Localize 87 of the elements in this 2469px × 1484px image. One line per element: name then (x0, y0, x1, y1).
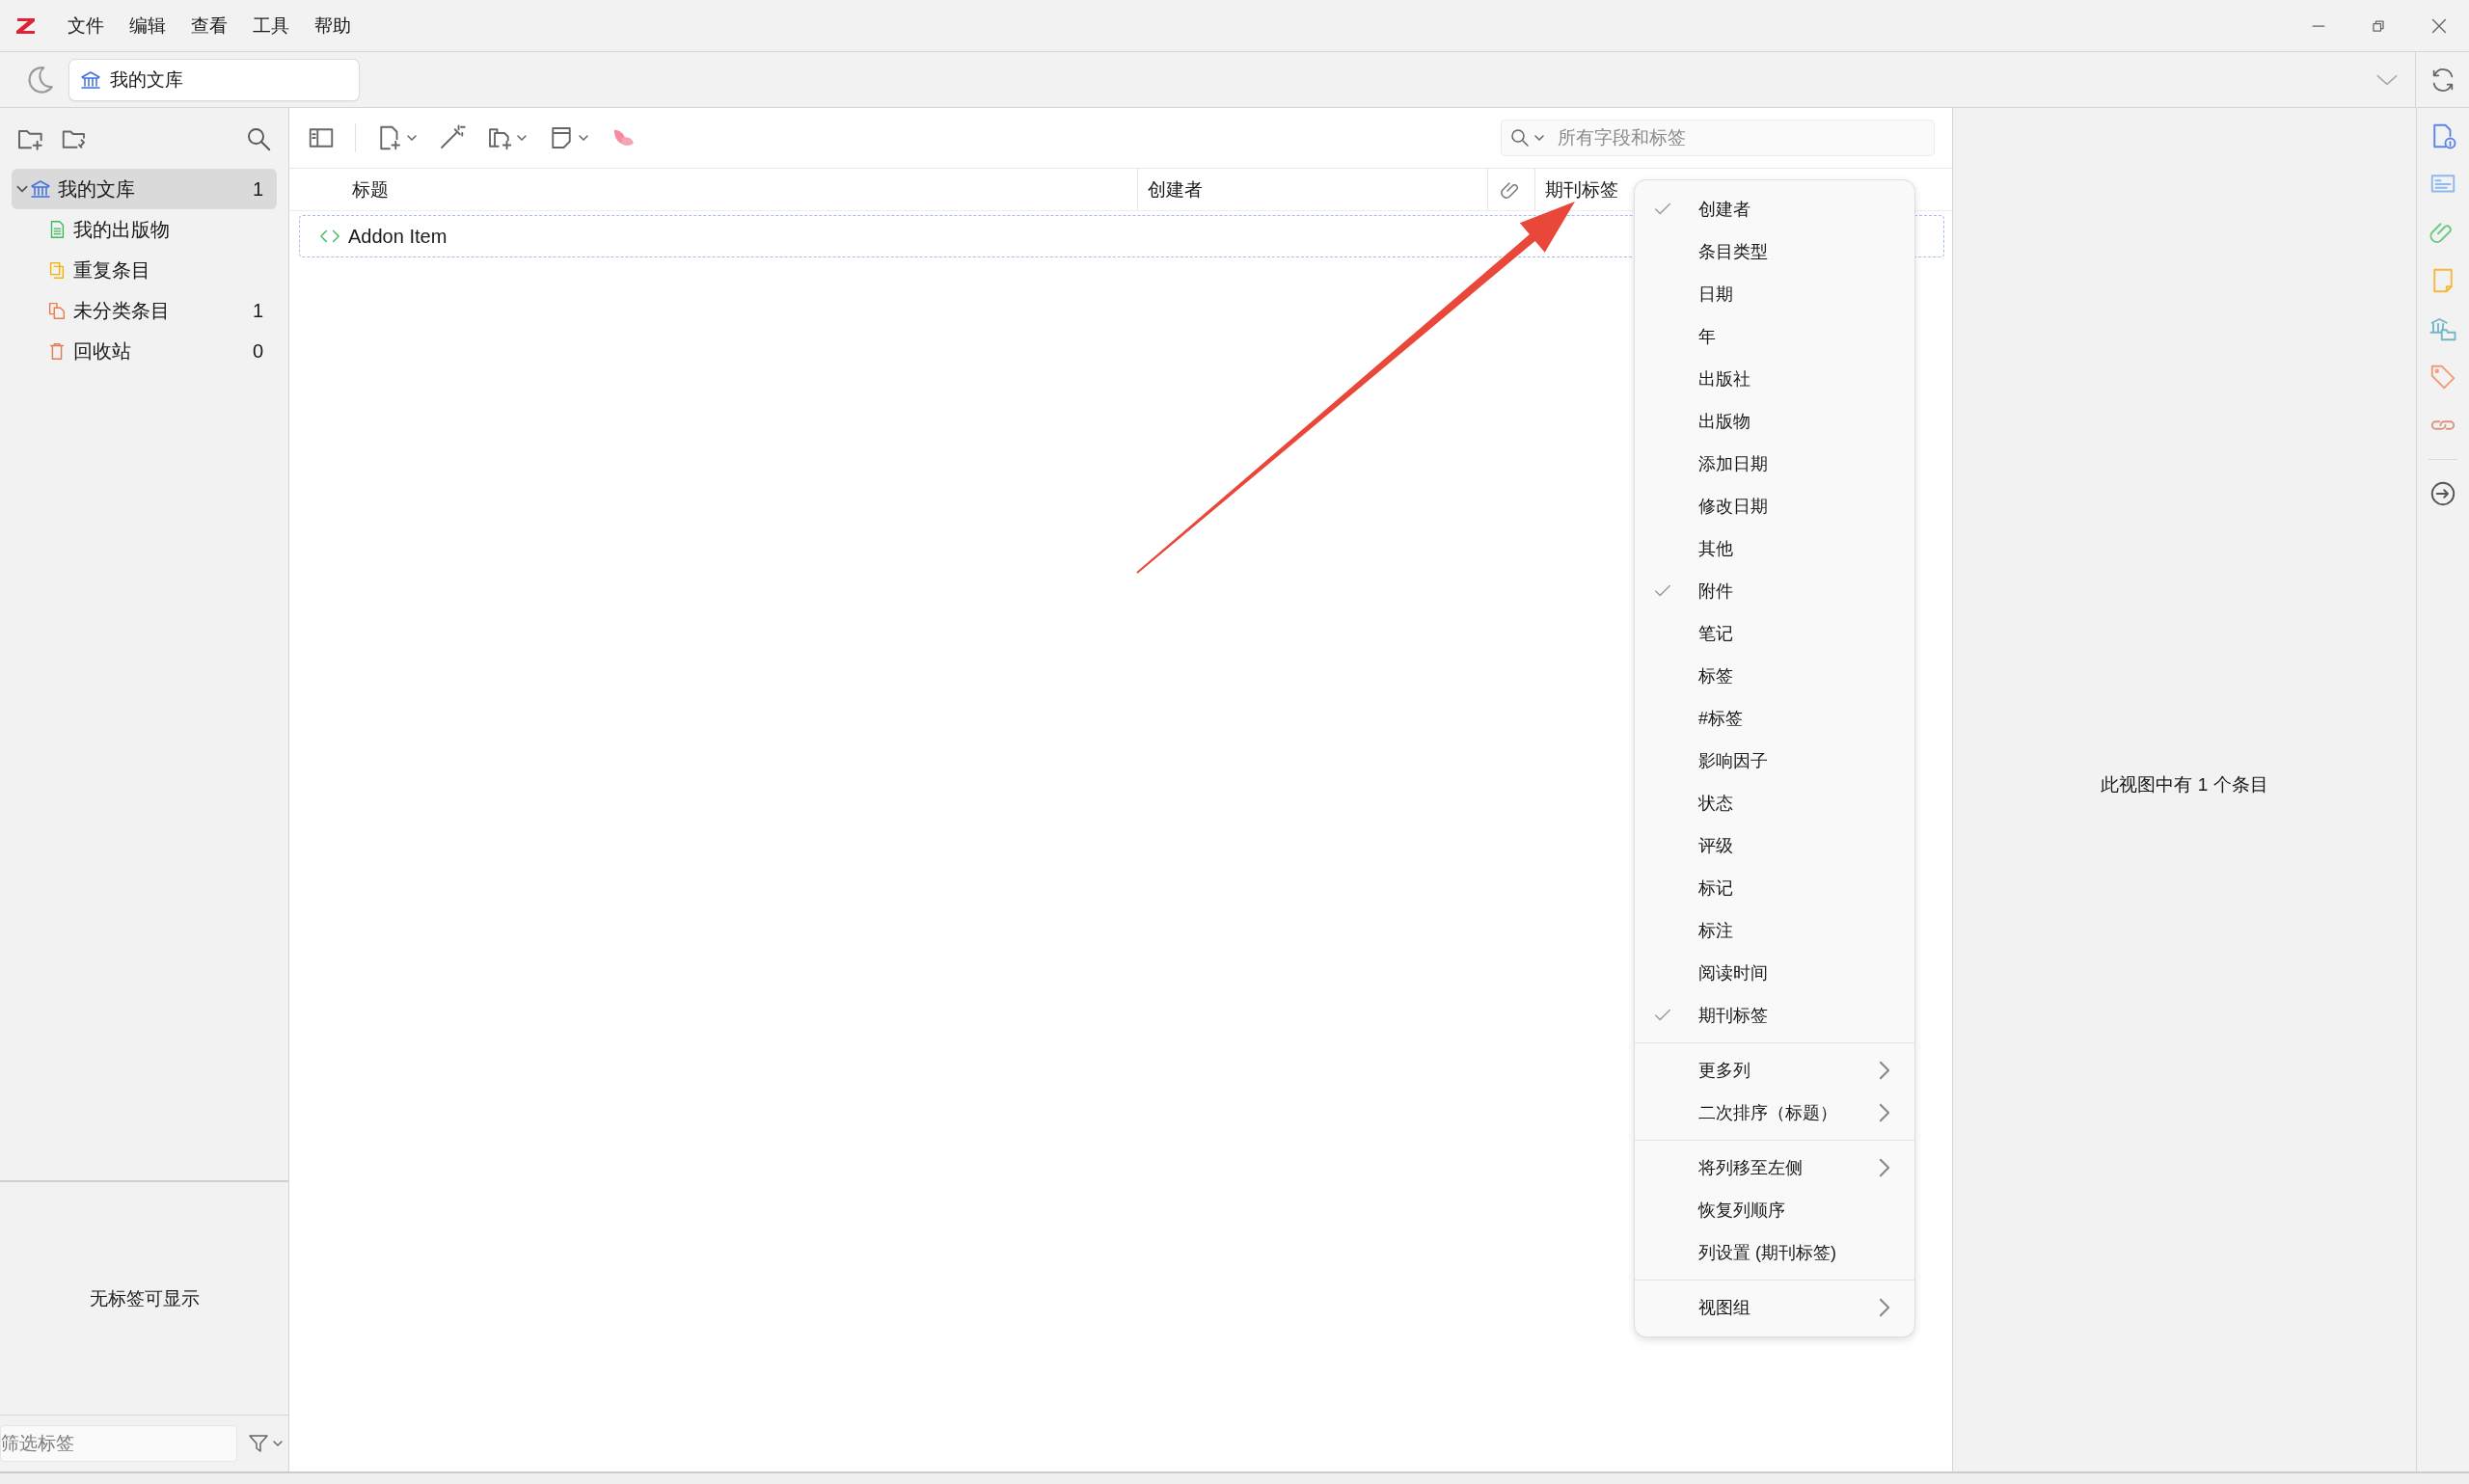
menu-item[interactable]: 标注 (1635, 909, 1914, 952)
item-count: 1 (252, 177, 263, 201)
menu-item[interactable]: 期刊标签 (1635, 994, 1914, 1037)
menu-item-label: 附件 (1698, 580, 1733, 603)
menu-item-label: 标记 (1698, 877, 1733, 900)
menu-item[interactable]: 标记 (1635, 867, 1914, 909)
menu-item[interactable]: 视图组 (1635, 1286, 1914, 1329)
app-logo (15, 15, 37, 36)
caret-icon (516, 132, 528, 144)
menu-item-label: 影响因子 (1698, 750, 1768, 772)
menu-bar-item[interactable]: 查看 (181, 9, 243, 42)
menu-bar-item[interactable]: 编辑 (120, 9, 181, 42)
filter-button[interactable] (247, 1432, 284, 1455)
caret-icon (406, 132, 418, 144)
collection-label: 我的文库 (58, 176, 135, 202)
menu-bar-item[interactable]: 文件 (58, 9, 120, 42)
menu-item-label: 恢复列顺序 (1698, 1200, 1785, 1222)
caret-icon (272, 1438, 284, 1449)
menu-item[interactable]: 将列移至左侧 (1635, 1147, 1914, 1189)
arrow-circle-icon[interactable] (2428, 479, 2457, 508)
menu-item[interactable]: 影响因子 (1635, 740, 1914, 782)
menu-item[interactable]: 附件 (1635, 570, 1914, 612)
menu-item-label: #标签 (1698, 708, 1743, 730)
menu-item-label: 标签 (1698, 665, 1733, 688)
menu-bar-item[interactable]: 工具 (243, 9, 305, 42)
item-count-message: 此视图中有 1 个条目 (2101, 773, 2268, 796)
menu-item-label: 修改日期 (1698, 496, 1768, 518)
collection-label: 未分类条目 (73, 298, 170, 323)
filter-icon (247, 1432, 270, 1455)
menu-item-label: 将列移至左侧 (1698, 1157, 1803, 1179)
caret-icon (1533, 132, 1545, 144)
menu-item[interactable]: #标签 (1635, 697, 1914, 740)
item-title: Addon Item (348, 225, 448, 248)
tag-filter-field[interactable]: 筛选标签 (0, 1425, 237, 1462)
item-count: 1 (252, 299, 263, 322)
caret-icon (578, 132, 589, 144)
menu-item[interactable]: 标签 (1635, 655, 1914, 697)
documents-icon (46, 300, 68, 321)
collection-label: 重复条目 (73, 257, 150, 283)
collection-item[interactable]: 重复条目 (12, 250, 277, 290)
menu-item[interactable]: 列设置 (期刊标签) (1635, 1231, 1914, 1274)
item-count: 0 (252, 339, 263, 363)
menu-item[interactable]: 恢复列顺序 (1635, 1189, 1914, 1231)
library-icon (29, 177, 52, 201)
menu-item-label: 出版物 (1698, 411, 1750, 433)
menu-item-label: 列设置 (期刊标签) (1698, 1242, 1836, 1264)
collection-label: 我的出版物 (73, 217, 170, 242)
menu-item[interactable]: 出版物 (1635, 400, 1914, 443)
menu-item-label: 状态 (1698, 793, 1733, 815)
menu-item[interactable]: 更多列 (1635, 1049, 1914, 1092)
menu-item[interactable]: 年 (1635, 315, 1914, 358)
menu-item-label: 评级 (1698, 835, 1733, 857)
search-icon (1508, 126, 1532, 149)
menu-item[interactable]: 日期 (1635, 273, 1914, 315)
menu-item-label: 年 (1698, 326, 1716, 348)
collection-item[interactable]: 我的出版物 (12, 209, 277, 250)
collection-item[interactable]: 我的文库 1 (12, 169, 277, 209)
menu-item-label: 日期 (1698, 283, 1733, 306)
menu-item-label: 添加日期 (1698, 453, 1768, 475)
menu-item-label: 视图组 (1698, 1297, 1750, 1319)
column-header[interactable]: 创建者 (1138, 169, 1488, 210)
collection-item[interactable]: 未分类条目 1 (12, 290, 277, 331)
menu-item[interactable]: 阅读时间 (1635, 952, 1914, 994)
menu-item[interactable]: 笔记 (1635, 612, 1914, 655)
menu-item-label: 笔记 (1698, 623, 1733, 645)
menu-item[interactable]: 评级 (1635, 824, 1914, 867)
menu-item-label: 其他 (1698, 538, 1733, 560)
menu-item[interactable]: 添加日期 (1635, 443, 1914, 485)
column-header[interactable]: 标题 (289, 169, 1138, 210)
menu-item[interactable]: 二次排序（标题） (1635, 1092, 1914, 1134)
menu-item-label: 阅读时间 (1698, 962, 1768, 985)
menu-item-label: 出版社 (1698, 368, 1750, 391)
menu-item-label: 二次排序（标题） (1698, 1102, 1837, 1124)
menu-item[interactable]: 其他 (1635, 527, 1914, 570)
empty-tags-message: 无标签可显示 (89, 1286, 200, 1310)
menu-item[interactable]: 修改日期 (1635, 485, 1914, 527)
location-label: 我的文库 (110, 67, 183, 92)
menu-item-label: 标注 (1698, 920, 1733, 942)
collection-item[interactable]: 回收站 0 (12, 331, 277, 371)
menu-bar-item[interactable]: 帮助 (305, 9, 366, 42)
menu-item-label: 期刊标签 (1698, 1005, 1768, 1027)
menu-item[interactable]: 出版社 (1635, 358, 1914, 400)
menu-item[interactable]: 状态 (1635, 782, 1914, 824)
search-field[interactable]: 所有字段和标签 (1501, 120, 1935, 156)
menu-item-label: 更多列 (1698, 1060, 1750, 1082)
location-field[interactable]: 我的文库 (69, 59, 359, 100)
collection-label: 回收站 (73, 338, 131, 364)
